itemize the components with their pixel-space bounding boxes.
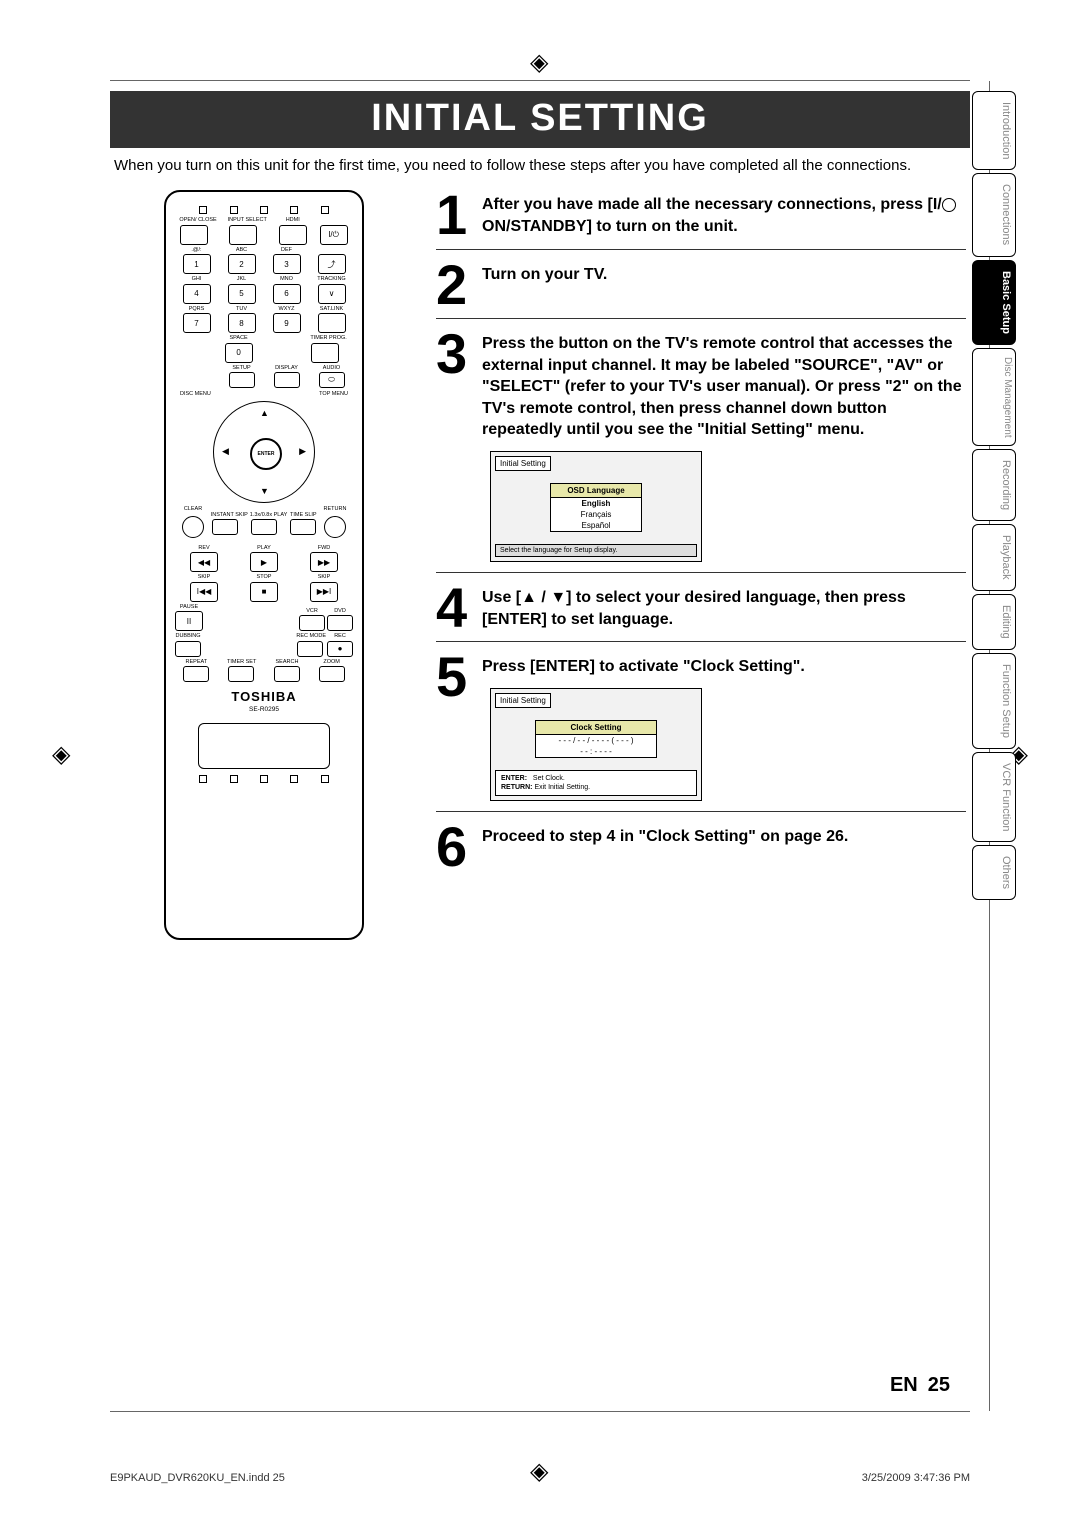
- step-2: 2 Turn on your TV.: [436, 260, 966, 319]
- step-text: Press [ENTER] to activate "Clock Setting…: [482, 656, 966, 678]
- power-icon: [942, 198, 956, 212]
- osd-footer: Select the language for Setup display.: [495, 544, 697, 557]
- tab-basic-setup[interactable]: Basic Setup: [972, 260, 1016, 345]
- step-4: 4 Use [ / ] to select your desired langu…: [436, 583, 966, 642]
- step-number: 3: [436, 329, 482, 379]
- brand-label: TOSHIBA: [174, 689, 354, 704]
- step-number: 5: [436, 652, 482, 702]
- osd-clock-screenshot: Initial Setting Clock Setting - - - / - …: [490, 688, 702, 801]
- step-6: 6 Proceed to step 4 in "Clock Setting" o…: [436, 822, 966, 880]
- step-number: 2: [436, 260, 482, 310]
- tab-connections[interactable]: Connections: [972, 173, 1016, 256]
- tab-playback[interactable]: Playback: [972, 524, 1016, 591]
- step-text: Press the button on the TV's remote cont…: [482, 333, 966, 441]
- osd-footer: ENTER: Set Clock. RETURN: Exit Initial S…: [495, 770, 697, 796]
- footer-timestamp: 3/25/2009 3:47:36 PM: [862, 1472, 970, 1484]
- page-frame: INITIAL SETTING When you turn on this un…: [110, 80, 970, 1412]
- tab-others[interactable]: Others: [972, 845, 1016, 900]
- model-label: SE-R0295: [174, 706, 354, 713]
- osd-title: Initial Setting: [495, 693, 551, 708]
- tab-vcr-function[interactable]: VCR Function: [972, 752, 1016, 842]
- power-button-icon: I/⏻: [320, 225, 348, 245]
- tab-introduction[interactable]: Introduction: [972, 91, 1016, 170]
- tab-editing[interactable]: Editing: [972, 594, 1016, 650]
- step-text: After you have made all the necessary co…: [482, 194, 966, 237]
- nav-ring: ▲ ▼ ◀ ▶ ENTER: [213, 401, 315, 503]
- page-number: EN25: [890, 1374, 950, 1397]
- step-number: 1: [436, 190, 482, 240]
- remote-illustration: OPEN/ CLOSE INPUT SELECT HDMI I/⏻ .@/:1 …: [164, 190, 364, 940]
- osd-menu-header: OSD Language: [551, 484, 641, 498]
- step-text: Proceed to step 4 in "Clock Setting" on …: [482, 826, 966, 848]
- side-tabs: Introduction Connections Basic Setup Dis…: [972, 91, 1016, 903]
- tab-function-setup[interactable]: Function Setup: [972, 653, 1016, 749]
- footer-filename: E9PKAUD_DVR620KU_EN.indd 25: [110, 1472, 285, 1484]
- page-title: INITIAL SETTING: [110, 91, 970, 148]
- up-arrow-icon: [521, 589, 537, 606]
- print-footer: E9PKAUD_DVR620KU_EN.indd 25 3/25/2009 3:…: [110, 1472, 970, 1484]
- osd-language-screenshot: Initial Setting OSD Language English Fra…: [490, 451, 702, 562]
- step-number: 4: [436, 583, 482, 633]
- down-arrow-icon: [550, 589, 566, 606]
- enter-button: ENTER: [250, 438, 282, 470]
- tab-disc-management[interactable]: Disc Management: [972, 348, 1016, 447]
- crop-mark-left-icon: ◈: [52, 740, 70, 769]
- steps-list: 1 After you have made all the necessary …: [436, 190, 966, 940]
- tab-recording[interactable]: Recording: [972, 449, 1016, 521]
- step-text: Use [ / ] to select your desired languag…: [482, 587, 966, 630]
- intro-text: When you turn on this unit for the first…: [110, 156, 970, 176]
- step-1: 1 After you have made all the necessary …: [436, 190, 966, 249]
- osd-menu-header: Clock Setting: [536, 721, 656, 735]
- step-5: 5 Press [ENTER] to activate "Clock Setti…: [436, 652, 966, 801]
- step-3: 3 Press the button on the TV's remote co…: [436, 329, 966, 562]
- step-number: 6: [436, 822, 482, 872]
- osd-title: Initial Setting: [495, 456, 551, 471]
- crop-mark-top-icon: ◈: [530, 48, 548, 77]
- step-text: Turn on your TV.: [482, 264, 966, 286]
